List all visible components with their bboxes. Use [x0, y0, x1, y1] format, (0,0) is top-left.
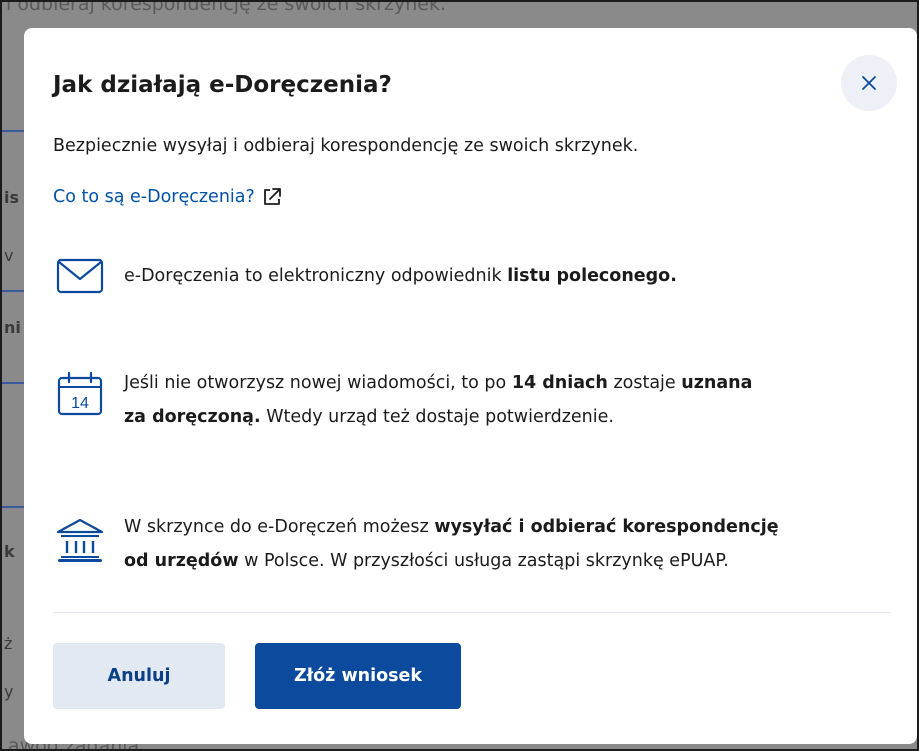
cancel-button[interactable]: Anuluj [53, 643, 225, 709]
external-link-icon [263, 188, 281, 205]
feature-registered-letter: e-Doręczenia to elektroniczny odpowiedni… [53, 256, 903, 296]
close-icon [862, 76, 876, 90]
close-button[interactable] [841, 55, 897, 111]
submit-application-button[interactable]: Złóż wniosek [255, 643, 461, 709]
footer-divider [53, 612, 891, 613]
dialog-title: Jak działają e-Doręczenia? [53, 72, 392, 98]
background-fragment: ż [4, 634, 13, 653]
feature-delivery-deadline: 14 Jeśli nie otworzysz nowej wiadomości,… [53, 366, 903, 434]
background-fragment: v [4, 246, 14, 265]
envelope-icon [56, 258, 103, 294]
background-fragment: k [4, 542, 15, 561]
background-rule [2, 130, 24, 132]
what-is-link[interactable]: Co to są e-Doręczenia? [53, 186, 283, 208]
feature-institutions: W skrzynce do e-Doręczeń możesz wysyłać … [53, 510, 903, 578]
institution-icon [56, 518, 103, 562]
calendar-day-number: 14 [71, 395, 89, 412]
what-is-link-label: Co to są e-Doręczenia? [53, 187, 255, 207]
background-rule [2, 290, 24, 292]
info-dialog: Jak działają e-Doręczenia? Bezpiecznie w… [24, 28, 917, 744]
background-fragment: ni [4, 318, 21, 337]
background-fragment: is [4, 188, 20, 207]
background-rule [2, 506, 24, 508]
background-fragment: y [4, 682, 14, 701]
background-text-top: i odbieraj korespondencję ze swoich skrz… [6, 2, 446, 15]
background-rule [2, 382, 24, 384]
feature-text: W skrzynce do e-Doręczeń możesz wysyłać … [124, 517, 779, 571]
feature-text: e-Doręczenia to elektroniczny odpowiedni… [124, 266, 677, 286]
feature-text: Jeśli nie otworzysz nowej wiadomości, to… [124, 373, 753, 427]
dialog-intro: Bezpiecznie wysyłaj i odbieraj korespond… [53, 136, 639, 156]
calendar-icon: 14 [57, 371, 102, 416]
